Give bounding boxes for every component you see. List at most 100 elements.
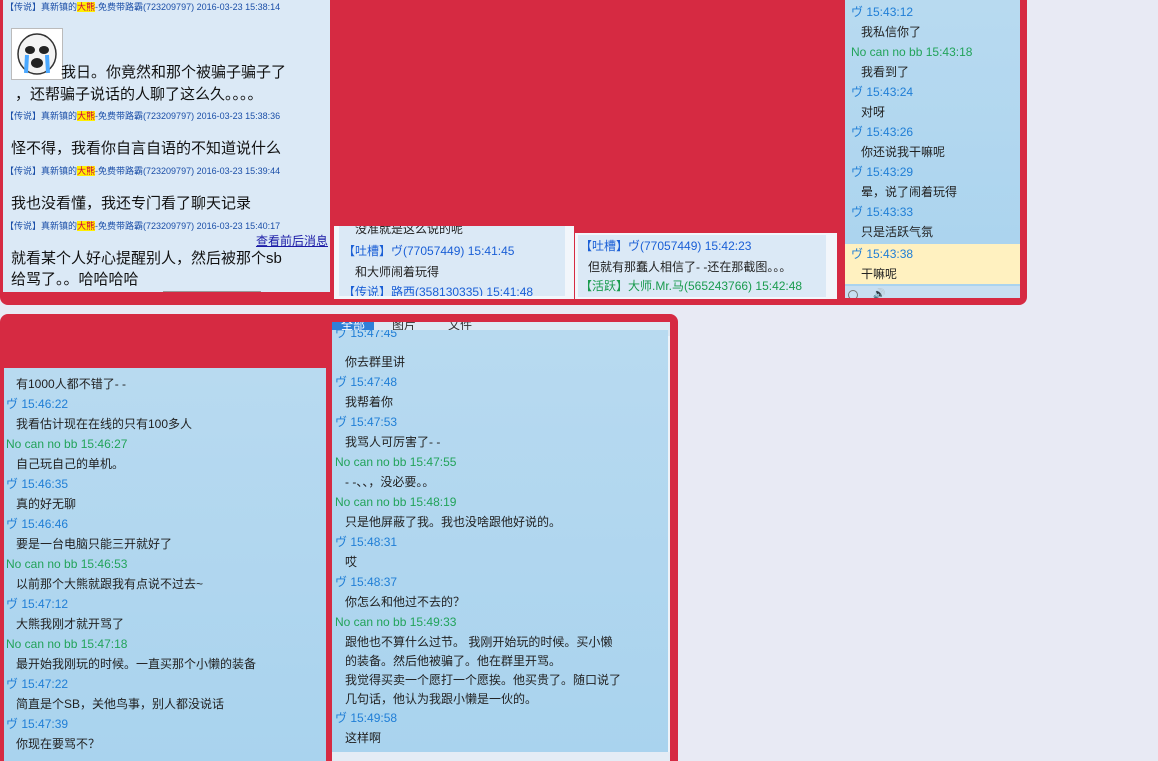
chat-snippet-2: 没准就是这么说的呢 【吐槽】ヴ(77057449) 15:41:45 和大师闹着…	[334, 226, 574, 299]
list-item[interactable]: ヴ 15:47:53 我骂人可厉害了- -	[335, 412, 665, 452]
message-header: ヴ 15:46:35	[6, 477, 69, 491]
message-text: 我私信你了	[861, 25, 922, 39]
message-text: 大熊我刚才就开骂了	[16, 617, 125, 631]
list-item[interactable]: ヴ 15:43:38 干嘛呢	[851, 244, 1019, 284]
message-text: - -、、，没必要。。	[345, 475, 435, 489]
list-item[interactable]: ヴ 15:43:26 你还说我干嘛呢	[851, 122, 1019, 162]
message-text: 的装备。然后他被骗了。他在群里开骂。	[345, 654, 562, 668]
message-header: No can no bb 15:46:53	[6, 557, 128, 571]
message-text: 最开始我刚玩的时候。一直买那个小懒的装备	[16, 657, 257, 671]
message-text: 以前那个大熊就跟我有点说不过去~	[16, 577, 204, 591]
message-header: No can no bb 15:47:55	[335, 455, 457, 469]
message-header: ヴ 15:48:31	[335, 535, 398, 549]
message-header: ヴ 15:47:12	[6, 597, 69, 611]
message-text: 有1000人都不错了- -	[16, 377, 127, 391]
message-header: ヴ 15:49:58	[335, 711, 398, 725]
list-item[interactable]: ヴ 15:46:46 要是一台电脑只能三开就好了	[6, 514, 324, 554]
message-header: No can no bb 15:47:18	[6, 637, 128, 651]
list-item[interactable]: 有1000人都不错了- -	[6, 374, 324, 394]
message-header: No can no bb 15:49:33	[335, 615, 457, 629]
divider	[163, 291, 261, 292]
list-item[interactable]: ヴ 15:47:39 你现在要骂不？	[6, 714, 324, 754]
message-text: 没准就是这么说的呢	[355, 226, 464, 236]
message-text: 干嘛呢	[861, 267, 898, 281]
list-item[interactable]: No can no bb 15:43:18 我看到了	[851, 42, 1019, 82]
message-header: ヴ 15:46:22	[6, 397, 69, 411]
list-item[interactable]: ヴ 15:47:48 我帮着你	[335, 372, 665, 412]
message-header: ヴ 15:47:39	[6, 717, 69, 731]
view-context-link[interactable]: 查看前后消息	[256, 232, 328, 249]
message-text: 我看估计现在在线的只有100多人	[16, 417, 193, 431]
toolbar: 🔊	[845, 286, 1020, 298]
message-header: ヴ 15:47:22	[6, 677, 69, 691]
message-list: 你去群里讲ヴ 15:47:48 我帮着你ヴ 15:47:53 我骂人可厉害了- - N…	[335, 352, 665, 748]
message-header: ヴ 15:47:45	[335, 330, 398, 340]
message-text: 我觉得买卖一个愿打一个愿挨。他买贵了。随口说了	[345, 673, 622, 687]
message-text: 我也没看懂，我还专门看了聊天记录	[11, 195, 252, 212]
message-text: 我帮着你	[345, 395, 394, 409]
list-item[interactable]: ヴ 15:48:31 哎	[335, 532, 665, 572]
message-header: ヴ 15:47:48	[335, 375, 398, 389]
message-header: 【活跃】大师.Mr.马(565243766) 15:42:48	[580, 279, 803, 293]
chat-window-5: 有1000人都不错了- - ヴ 15:46:22 我看估计现在在线的只有100多人 N…	[4, 368, 326, 761]
message-header: ヴ 15:43:29	[851, 165, 914, 179]
list-item[interactable]: No can no bb 15:46:27 自己玩自己的单机。	[6, 434, 324, 474]
list-item[interactable]: ヴ 15:49:58 这样啊	[335, 708, 665, 748]
message-text: 你现在要骂不？	[16, 737, 101, 751]
chat-window-6: 全部 图片 文件 ヴ 15:47:45 你去群里讲ヴ 15:47:48 我帮着你ヴ…	[332, 322, 670, 761]
list-item[interactable]: No can no bb 15:49:33 跟他也不算什么过节。 我刚开始玩的时候…	[335, 612, 665, 708]
list-item[interactable]: No can no bb 15:46:53 以前那个大熊就跟我有点说不过去~	[6, 554, 324, 594]
list-item[interactable]: No can no bb 15:47:55 - -、、，没必要。。	[335, 452, 665, 492]
message-header: 【传说】真新镇的大熊-免费带路霸(723209797) 2016-03-23 1…	[5, 221, 281, 231]
message-header: ヴ 15:43:26	[851, 125, 914, 139]
list-item[interactable]: ヴ 15:43:29 晕，说了闹着玩得	[851, 162, 1019, 202]
message-header: ヴ 15:43:33	[851, 205, 914, 219]
message-text: 怪不得，我看你自言自语的不知道说什么	[11, 140, 282, 157]
list-item[interactable]: 你去群里讲	[335, 352, 665, 372]
message-text: 我看到了	[861, 65, 910, 79]
message-header: ヴ 15:46:46	[6, 517, 69, 531]
list-item[interactable]: ヴ 15:47:12 大熊我刚才就开骂了	[6, 594, 324, 634]
list-item[interactable]: ヴ 15:46:22 我看估计现在在线的只有100多人	[6, 394, 324, 434]
list-item[interactable]: ヴ 15:43:38 干嘛呢	[851, 244, 1019, 284]
message-text: 对呀	[861, 105, 886, 119]
message-header: 【吐槽】ヴ(77057449) 15:41:45	[343, 244, 515, 258]
speaker-icon[interactable]: 🔊	[873, 289, 885, 298]
search-icon[interactable]	[848, 290, 858, 298]
message-header: 【传说】真新镇的大熊-免费带路霸(723209797) 2016-03-23 1…	[5, 166, 281, 176]
message-text: 但就有那蠢人相信了- -还在那截图。。。	[588, 260, 792, 274]
message-header: No can no bb 15:43:18	[851, 45, 973, 59]
list-item[interactable]: ヴ 15:43:33 只是活跃气氛	[851, 202, 1019, 242]
message-header: 【传说】真新镇的大熊-免费带路霸(723209797) 2016-03-23 1…	[5, 2, 281, 12]
message-text: 晕，说了闹着玩得	[861, 185, 958, 199]
list-item[interactable]: ヴ 15:43:12 我私信你了	[851, 2, 1019, 42]
message-text: 要是一台电脑只能三开就好了	[16, 537, 173, 551]
message-text: 你还说我干嘛呢	[861, 145, 946, 159]
list-item[interactable]: ヴ 15:48:37 你怎么和他过不去的？	[335, 572, 665, 612]
list-item[interactable]: No can no bb 15:47:18 最开始我刚玩的时候。一直买那个小懒的装…	[6, 634, 324, 674]
list-item[interactable]: No can no bb 15:48:19 只是他屏蔽了我。我也没啥跟他好说的。	[335, 492, 665, 532]
message-header: ヴ 15:48:37	[335, 575, 398, 589]
list-item[interactable]: ヴ 15:47:22 简直是个SB，关他鸟事，别人都没说话	[6, 674, 324, 714]
list-item[interactable]: ヴ 15:43:24 对呀	[851, 82, 1019, 122]
message-text: 哎	[345, 555, 358, 569]
message-text: 给骂了。。哈哈哈哈	[11, 271, 139, 288]
chat-window-6-body: ヴ 15:47:45 你去群里讲ヴ 15:47:48 我帮着你ヴ 15:47:53…	[332, 330, 668, 752]
scrollbar[interactable]	[332, 752, 670, 761]
message-header: ヴ 15:43:24	[851, 85, 914, 99]
list-item[interactable]: ヴ 15:46:35 真的好无聊	[6, 474, 324, 514]
crying-face-sticker[interactable]	[11, 28, 63, 80]
chat-history-pane-1: 【传说】真新镇的大熊-免费带路霸(723209797) 2016-03-23 1…	[3, 0, 330, 292]
message-text: ，还帮骗子说话的人聊了这么久。。。。	[15, 86, 263, 103]
message-header: ヴ 15:47:53	[335, 415, 398, 429]
message-text: 你去群里讲	[345, 355, 406, 369]
chat-snippet-3: 【吐槽】ヴ(77057449) 15:42:23 但就有那蠢人相信了- -还在那…	[575, 233, 837, 299]
message-header: 【传说】真新镇的大熊-免费带路霸(723209797) 2016-03-23 1…	[5, 111, 281, 121]
message-text: 真的好无聊	[16, 497, 77, 511]
message-header: No can no bb 15:48:19	[335, 495, 457, 509]
message-text: 这样啊	[345, 731, 382, 745]
message-text: 只是活跃气氛	[861, 225, 934, 239]
message-header: No can no bb 15:46:27	[6, 437, 128, 451]
message-text: 就看某个人好心提醒别人，然后被那个sb	[11, 250, 282, 267]
message-header: 【吐槽】ヴ(77057449) 15:42:23	[580, 239, 752, 253]
